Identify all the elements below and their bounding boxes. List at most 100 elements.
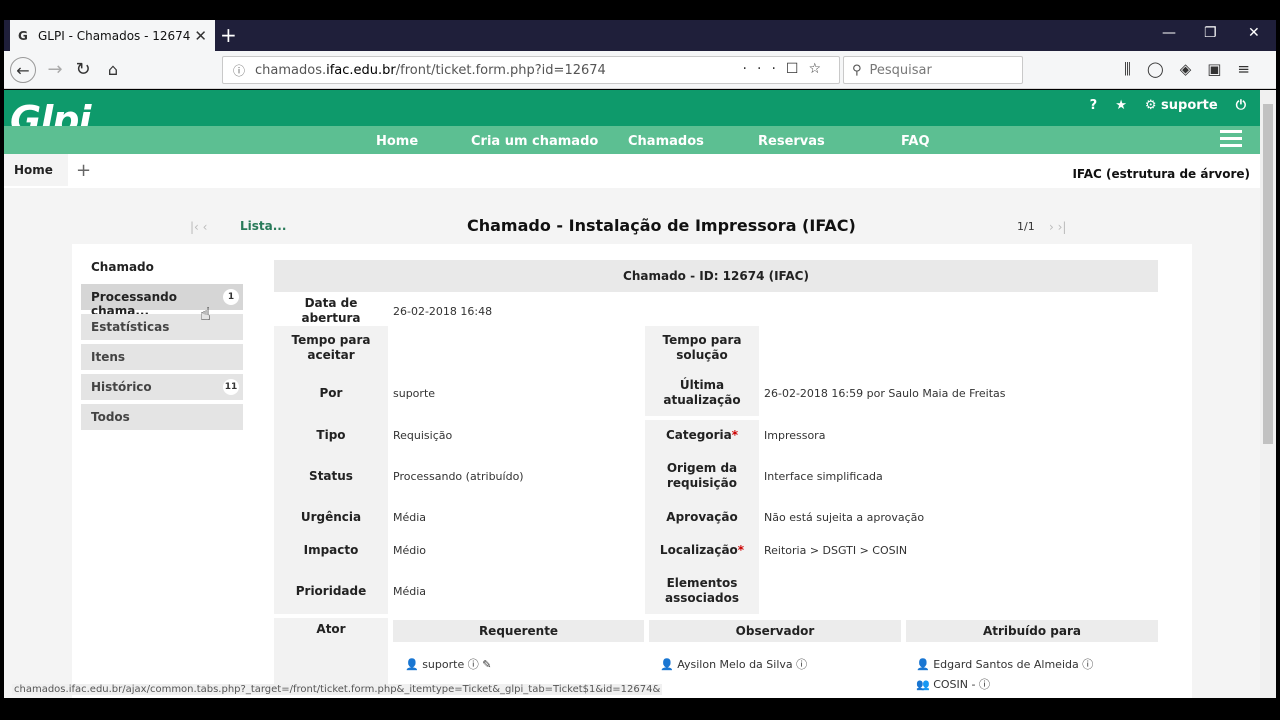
accept-time-label: Tempo para aceitar xyxy=(274,326,388,370)
scrollbar-thumb[interactable] xyxy=(1263,104,1273,444)
sidebar-item-all[interactable]: Todos xyxy=(81,404,243,430)
close-tab-icon[interactable]: ✕ xyxy=(194,27,207,45)
location-label-text: Localização xyxy=(659,542,738,557)
menu-tickets[interactable]: Chamados xyxy=(628,134,704,149)
by-label: Por xyxy=(274,370,388,416)
type-value[interactable]: Requisição xyxy=(393,420,452,450)
ticket-header: Chamado - ID: 12674 (IFAC) xyxy=(274,260,1158,292)
user-icon: 👤 xyxy=(660,658,674,671)
sidebar-heading: Chamado xyxy=(91,260,154,274)
restore-icon[interactable]: ❐ xyxy=(1204,25,1217,41)
search-placeholder: Pesquisar xyxy=(869,62,932,78)
actor-label: Ator xyxy=(274,618,388,690)
add-icon[interactable]: + xyxy=(76,160,91,181)
minimize-icon[interactable]: — xyxy=(1162,25,1176,41)
info-icon[interactable]: ⓘ xyxy=(233,62,245,79)
page-actions-icon[interactable]: ···☐☆ xyxy=(743,61,831,77)
last-update-label: Última atualização xyxy=(645,370,759,416)
group-icon: 👥 xyxy=(916,678,930,691)
gear-icon: ⚙ xyxy=(1144,98,1157,113)
url-bar[interactable]: ⓘ chamados. ifac.edu.br/front/ticket.form… xyxy=(222,56,840,84)
assigned-entry[interactable]: 👤 Edgard Santos de Almeida ⓘ xyxy=(916,656,1093,672)
search-icon: ⚲ xyxy=(852,62,862,78)
record-counter: 1/1 xyxy=(1017,220,1035,233)
approval-value: Não está sujeita a aprovação xyxy=(764,510,925,524)
bookmark-star-icon[interactable]: ★ xyxy=(1115,98,1127,113)
first-page-icon[interactable]: |‹ ‹ xyxy=(190,220,207,234)
priority-value[interactable]: Média xyxy=(393,568,426,614)
hamburger-menu-icon[interactable] xyxy=(1220,130,1242,151)
user-name: suporte xyxy=(1161,98,1218,113)
required-mark: * xyxy=(731,427,739,442)
home-icon[interactable]: ⌂ xyxy=(100,57,126,83)
location-label: Localização * xyxy=(645,532,759,568)
help-icon[interactable]: ? xyxy=(1090,98,1098,113)
url-prefix: chamados. xyxy=(255,62,327,78)
count-badge: 1 xyxy=(223,289,239,305)
last-page-icon[interactable]: › ›| xyxy=(1049,220,1066,234)
edit-pencil-icon[interactable]: ✎ xyxy=(482,658,491,671)
url-domain: ifac.edu.br xyxy=(326,62,396,78)
glpi-favicon-icon: G xyxy=(18,28,28,43)
user-menu[interactable]: ⚙ suporte xyxy=(1145,98,1218,113)
category-value[interactable]: Impressora xyxy=(764,420,825,450)
logout-icon[interactable]: ⏻ xyxy=(1236,98,1246,113)
requester-entry[interactable]: 👤 suporte ⓘ ✎ xyxy=(405,656,491,672)
tab-bar: G GLPI - Chamados - 12674 ✕ + — ❐ ✕ xyxy=(4,20,1276,51)
impact-value[interactable]: Médio xyxy=(393,532,426,568)
status-value[interactable]: Processando (atribuído) xyxy=(393,450,524,502)
sidebar-item-statistics[interactable]: Estatísticas xyxy=(81,314,243,340)
by-value: suporte xyxy=(393,386,436,400)
observer-name: Aysilon Melo da Silva xyxy=(677,658,793,671)
category-label: Categoria * xyxy=(645,420,759,450)
sidebar-item-processing[interactable]: Processando chama... 1 xyxy=(81,284,243,318)
urgency-value[interactable]: Média xyxy=(393,502,426,532)
list-link[interactable]: Lista... xyxy=(240,219,286,233)
menu-faq[interactable]: FAQ xyxy=(901,134,930,149)
location-value[interactable]: Reitoria > DSGTI > COSIN xyxy=(764,532,907,568)
breadcrumb-home[interactable]: Home xyxy=(4,154,68,186)
info-icon[interactable]: ⓘ xyxy=(979,678,990,691)
impact-label: Impacto xyxy=(274,532,388,568)
toolbar-icons[interactable]: ⫼◯◈▣≡ xyxy=(1124,60,1266,78)
header-toolbar: ? ★ ⚙ suporte ⏻ xyxy=(1090,98,1246,113)
info-icon[interactable]: ⓘ xyxy=(468,658,479,671)
assigned-header: Atribuído para xyxy=(906,620,1158,642)
new-tab-icon[interactable]: + xyxy=(220,23,237,47)
menu-create-ticket[interactable]: Cria um chamado xyxy=(471,134,598,149)
menu-home[interactable]: Home xyxy=(376,134,418,149)
entity-selector[interactable]: IFAC (estrutura de árvore) xyxy=(1072,167,1250,181)
menu-reservations[interactable]: Reservas xyxy=(758,134,825,149)
info-icon[interactable]: ⓘ xyxy=(1082,658,1093,671)
tab-title: GLPI - Chamados - 12674 xyxy=(38,28,191,43)
status-bar-url: chamados.ifac.edu.br/ajax/common.tabs.ph… xyxy=(12,684,663,695)
category-label-text: Categoria xyxy=(665,427,732,442)
urgency-label: Urgência xyxy=(274,502,388,532)
last-update-value: 26-02-2018 16:59 por Saulo Maia de Freit… xyxy=(764,386,1006,400)
user-icon: 👤 xyxy=(916,658,930,671)
back-icon[interactable]: ← xyxy=(10,57,36,83)
sidebar-item-items[interactable]: Itens xyxy=(81,344,243,370)
linked-items-label: Elementos associados xyxy=(645,568,759,614)
user-icon: 👤 xyxy=(405,658,419,671)
browser-window: G GLPI - Chamados - 12674 ✕ + — ❐ ✕ ← → … xyxy=(0,0,1280,720)
sidebar-item-history[interactable]: Histórico 11 xyxy=(81,374,243,400)
page-title: Chamado - Instalação de Impressora (IFAC… xyxy=(467,216,856,235)
count-badge: 11 xyxy=(223,379,239,395)
observer-entry[interactable]: 👤 Aysilon Melo da Silva ⓘ xyxy=(660,656,807,672)
solution-time-label: Tempo para solução xyxy=(645,326,759,370)
origin-label: Origem da requisição xyxy=(645,450,759,502)
window-close-icon[interactable]: ✕ xyxy=(1248,25,1260,41)
assigned-group-entry[interactable]: 👥 COSIN - ⓘ xyxy=(916,676,990,692)
search-input[interactable]: ⚲ Pesquisar xyxy=(843,56,1023,84)
reload-icon[interactable]: ↻ xyxy=(70,57,96,83)
assigned-name: Edgard Santos de Almeida xyxy=(933,658,1079,671)
url-path: /front/ticket.form.php?id=12674 xyxy=(395,62,606,78)
browser-tab[interactable]: G GLPI - Chamados - 12674 ✕ xyxy=(10,20,215,51)
priority-label: Prioridade xyxy=(274,568,388,614)
page-scrollbar[interactable] xyxy=(1260,90,1276,698)
origin-value[interactable]: Interface simplificada xyxy=(764,450,883,502)
forward-icon[interactable]: → xyxy=(42,57,68,83)
info-icon[interactable]: ⓘ xyxy=(796,658,807,671)
taskbar-strip xyxy=(0,698,1280,720)
